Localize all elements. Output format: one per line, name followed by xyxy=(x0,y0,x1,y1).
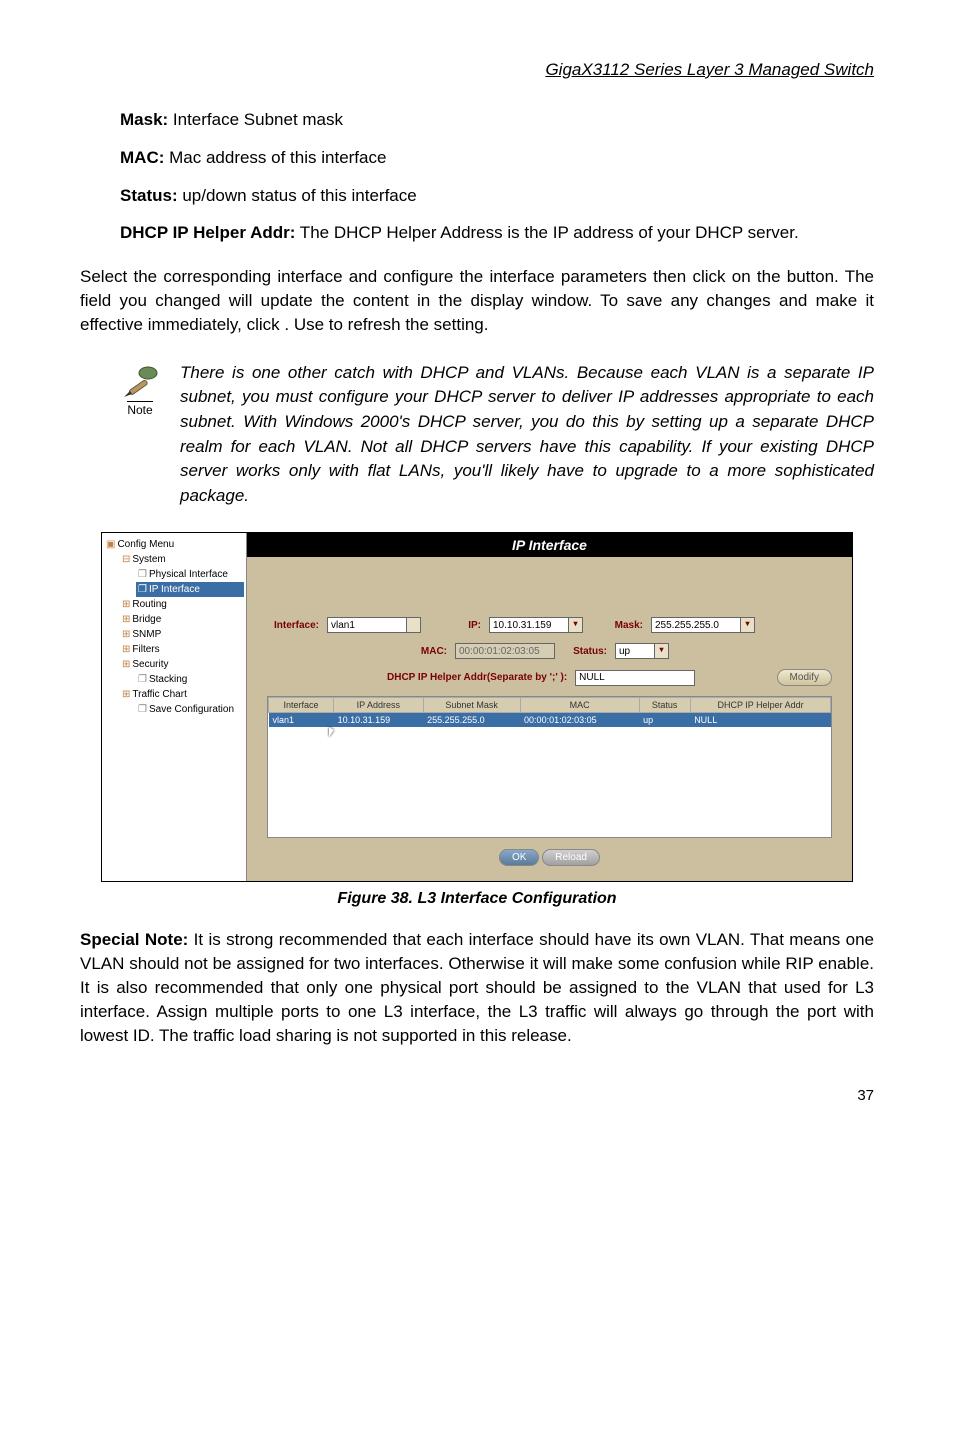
th-status[interactable]: Status xyxy=(639,698,690,713)
input-interface[interactable] xyxy=(327,617,407,633)
status-dropdown-icon[interactable]: ▾ xyxy=(655,643,669,659)
interface-table: Interface IP Address Subnet Mask MAC Sta… xyxy=(267,696,832,838)
input-mac xyxy=(455,643,555,659)
th-ip[interactable]: IP Address xyxy=(334,698,424,713)
label-mac: MAC: xyxy=(417,646,447,657)
tree-save-config[interactable]: ❐Save Configuration xyxy=(136,702,244,717)
def-mask: Mask: Interface Subnet mask xyxy=(120,108,874,132)
note-text: There is one other catch with DHCP and V… xyxy=(180,361,874,509)
figure-screenshot: ▣Config Menu ⊟System ❐Physical Interface… xyxy=(101,532,853,882)
config-tree[interactable]: ▣Config Menu ⊟System ❐Physical Interface… xyxy=(102,533,247,881)
tree-physical-interface[interactable]: ❐Physical Interface xyxy=(136,567,244,582)
label-status: Status: xyxy=(563,646,607,657)
label-ip: IP: xyxy=(429,620,481,631)
th-dhcp[interactable]: DHCP IP Helper Addr xyxy=(690,698,831,713)
label-dhcp-helper: DHCP IP Helper Addr(Separate by ';' ): xyxy=(387,672,567,683)
figure-caption: Figure 38. L3 Interface Configuration xyxy=(80,890,874,908)
tree-security[interactable]: ⊞Security xyxy=(120,657,244,672)
tree-stacking[interactable]: ❐Stacking xyxy=(136,672,244,687)
page-header-title: GigaX3112 Series Layer 3 Managed Switch xyxy=(80,60,874,80)
th-interface[interactable]: Interface xyxy=(269,698,334,713)
paragraph-select-interface: Select the corresponding interface and c… xyxy=(80,265,874,336)
input-status[interactable] xyxy=(615,643,655,659)
label-interface: Interface: xyxy=(267,620,319,631)
label-mask: Mask: xyxy=(591,620,643,631)
note-icon: Note xyxy=(100,361,180,417)
note-block: Note There is one other catch with DHCP … xyxy=(80,361,874,509)
th-mask[interactable]: Subnet Mask xyxy=(423,698,520,713)
ip-dropdown-icon[interactable]: ▾ xyxy=(569,617,583,633)
special-note: Special Note: It is strong recommended t… xyxy=(80,928,874,1047)
tree-root[interactable]: ▣Config Menu xyxy=(104,537,244,552)
reload-button[interactable]: Reload xyxy=(542,849,600,866)
tree-bridge[interactable]: ⊞Bridge xyxy=(120,612,244,627)
tree-snmp[interactable]: ⊞SNMP xyxy=(120,627,244,642)
tree-traffic-chart[interactable]: ⊞Traffic Chart xyxy=(120,687,244,702)
input-mask[interactable] xyxy=(651,617,741,633)
th-mac[interactable]: MAC xyxy=(520,698,639,713)
modify-button[interactable]: Modify xyxy=(777,669,832,686)
def-dhcp: DHCP IP Helper Addr: The DHCP Helper Add… xyxy=(120,221,874,245)
tree-routing[interactable]: ⊞Routing xyxy=(120,597,244,612)
tree-system[interactable]: ⊟System xyxy=(120,552,244,567)
ok-button[interactable]: OK xyxy=(499,849,539,866)
def-status: Status: up/down status of this interface xyxy=(120,184,874,208)
tree-ip-interface[interactable]: ❐IP Interface xyxy=(136,582,244,597)
table-row[interactable]: vlan1 10.10.31.159 255.255.255.0 00:00:0… xyxy=(269,713,832,728)
input-dhcp-helper[interactable] xyxy=(575,670,695,686)
tree-filters[interactable]: ⊞Filters xyxy=(120,642,244,657)
mask-dropdown-icon[interactable]: ▾ xyxy=(741,617,755,633)
panel-title: IP Interface xyxy=(247,533,852,557)
input-ip[interactable] xyxy=(489,617,569,633)
def-mac: MAC: Mac address of this interface xyxy=(120,146,874,170)
interface-dropdown-icon[interactable] xyxy=(407,617,421,633)
page-number: 37 xyxy=(80,1087,874,1104)
